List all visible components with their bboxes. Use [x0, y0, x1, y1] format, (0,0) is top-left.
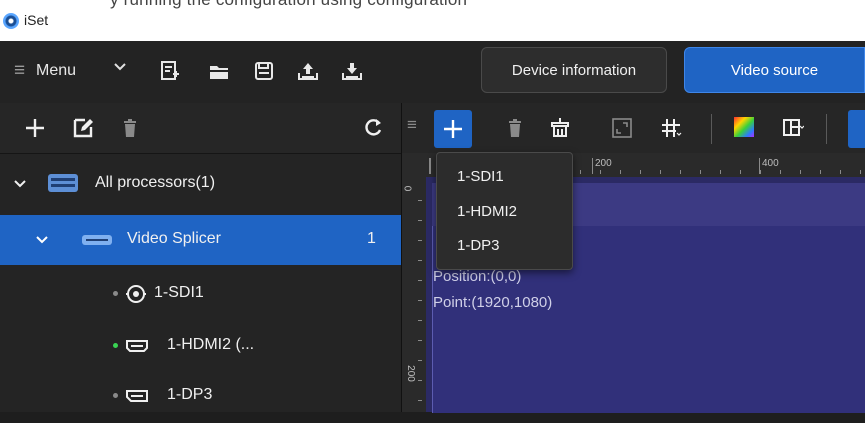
download-icon[interactable] — [341, 60, 363, 82]
save-icon[interactable] — [253, 60, 275, 82]
sdi-port-icon — [126, 285, 146, 303]
tree-item-label: All processors(1) — [95, 174, 216, 191]
delete-icon[interactable] — [119, 117, 141, 139]
tree-item-label: 1-DP3 — [167, 386, 213, 403]
tree-item-label: 1-SDI1 — [154, 284, 204, 301]
ruler-label: 200 — [595, 158, 612, 169]
status-dot — [113, 291, 118, 296]
status-dot — [113, 343, 118, 348]
ruler-tick — [429, 158, 431, 174]
tree-item-label: Video Splicer — [127, 230, 221, 247]
cropped-caption-text: y running the configuration using config… — [110, 0, 467, 10]
toolbar-separator — [826, 114, 827, 144]
chevron-down-icon[interactable] — [113, 60, 127, 74]
tab-device-information[interactable]: Device information — [481, 47, 667, 93]
edit-icon[interactable] — [72, 117, 94, 139]
fullscreen-icon[interactable] — [611, 117, 633, 139]
refresh-icon[interactable] — [362, 117, 384, 139]
app-title: iSet — [24, 12, 49, 28]
tree-item-input-dp[interactable]: 1-DP3 — [0, 373, 401, 423]
grid-icon[interactable] — [660, 117, 682, 139]
position-readout: Position:(0,0) — [433, 268, 522, 285]
open-folder-icon[interactable] — [208, 61, 230, 83]
tree-toolbar — [0, 103, 401, 154]
ruler-label: 0 — [401, 185, 413, 192]
menu-button[interactable]: Menu — [36, 62, 76, 80]
tab-video-source[interactable]: Video source — [684, 47, 865, 93]
new-file-icon[interactable] — [159, 60, 181, 82]
dropdown-item-sdi[interactable]: 1-SDI1 — [457, 168, 504, 185]
clear-icon[interactable] — [549, 116, 571, 138]
tree-item-all-processors[interactable]: All processors(1) — [0, 159, 401, 209]
processor-group-icon — [48, 174, 78, 192]
side-action-button[interactable] — [848, 110, 865, 148]
panel-hamburger-icon[interactable]: ≡ — [407, 115, 417, 135]
splicer-count-badge: 1 — [367, 230, 376, 247]
hdmi-port-icon — [126, 340, 148, 352]
point-readout: Point:(1920,1080) — [433, 294, 553, 311]
tree-item-input-hdmi[interactable]: 1-HDMI2 (... — [0, 321, 401, 371]
chevron-down-icon[interactable] — [35, 233, 49, 247]
ruler-minor-ticks — [418, 200, 422, 412]
status-dot — [113, 393, 118, 398]
upload-icon[interactable] — [297, 60, 319, 82]
color-icon[interactable] — [733, 116, 755, 138]
delete-icon[interactable] — [504, 117, 526, 139]
layout-icon[interactable] — [782, 117, 805, 139]
add-icon — [444, 120, 462, 138]
add-source-dropdown: 1-SDI1 1-HDMI2 1-DP3 — [436, 152, 573, 270]
dropdown-item-hdmi[interactable]: 1-HDMI2 — [457, 203, 517, 220]
tree-item-video-splicer[interactable]: Video Splicer 1 — [0, 215, 401, 265]
app-logo-icon — [3, 13, 19, 29]
ruler-label: 200 — [404, 365, 416, 382]
toolbar-separator — [711, 114, 712, 144]
tree-item-input-sdi[interactable]: 1-SDI1 — [0, 269, 401, 319]
menu-hamburger-icon[interactable]: ≡ — [14, 60, 25, 82]
ruler-minor-ticks — [580, 170, 865, 174]
dp-port-icon — [126, 390, 148, 402]
chevron-down-icon[interactable] — [13, 177, 27, 191]
dropdown-item-dp[interactable]: 1-DP3 — [457, 237, 500, 254]
add-source-button[interactable] — [434, 110, 472, 148]
tree-item-label: 1-HDMI2 (... — [167, 336, 255, 353]
ruler-label: 400 — [762, 158, 779, 169]
add-icon[interactable] — [24, 117, 46, 139]
splicer-device-icon — [82, 235, 112, 245]
